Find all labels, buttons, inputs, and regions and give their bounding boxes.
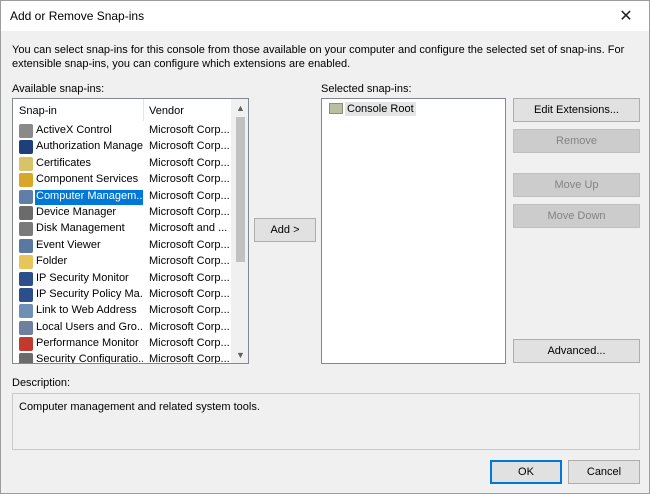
intro-text: You can select snap-ins for this console…: [12, 44, 625, 70]
performance-icon: [19, 337, 33, 352]
console-root-label: Console Root: [345, 102, 416, 116]
list-item[interactable]: Performance Monitor Microsoft Corp...: [13, 336, 232, 352]
folder-icon: [19, 255, 33, 270]
add-button[interactable]: Add >: [254, 218, 316, 242]
snapin-name: Security Configuratio...: [36, 353, 143, 364]
column-header-vendor[interactable]: Vendor: [149, 105, 184, 117]
snapin-name: Component Services: [36, 173, 139, 186]
selected-snapins-label: Selected snap-ins:: [321, 83, 412, 95]
list-item[interactable]: Component Services Microsoft Corp...: [13, 172, 232, 188]
activex-icon: [19, 124, 33, 138]
computer-management-icon: [19, 189, 33, 204]
list-item[interactable]: IP Security Policy Ma... Microsoft Corp..…: [13, 287, 232, 303]
snapin-name: Computer Managem...: [35, 189, 143, 205]
remove-button[interactable]: Remove: [513, 129, 640, 153]
list-item[interactable]: Local Users and Gro... Microsoft Corp...: [13, 320, 232, 336]
certificate-icon: [19, 156, 33, 171]
snapin-name: Device Manager: [36, 205, 117, 218]
list-item[interactable]: Authorization Manager Microsoft Corp...: [13, 139, 232, 155]
move-down-button[interactable]: Move Down: [513, 204, 640, 228]
snapin-vendor: Microsoft Corp...: [149, 140, 230, 153]
snapin-name: Local Users and Gro...: [36, 320, 143, 333]
list-item[interactable]: IP Security Monitor Microsoft Corp...: [13, 271, 232, 287]
snapin-rows: ActiveX Control Microsoft Corp... Authoriz…: [13, 123, 232, 364]
selected-snapins-tree[interactable]: Console Root: [321, 98, 506, 364]
component-icon: [19, 173, 33, 188]
scroll-down-icon[interactable]: ▼: [232, 346, 248, 363]
device-manager-icon: [19, 205, 33, 220]
security-config-icon: [19, 353, 33, 363]
snapin-name: Disk Management: [36, 222, 125, 235]
event-viewer-icon: [19, 238, 33, 253]
move-up-button[interactable]: Move Up: [513, 173, 640, 197]
list-item[interactable]: Device Manager Microsoft Corp...: [13, 205, 232, 221]
advanced-button[interactable]: Advanced...: [513, 339, 640, 363]
snapin-vendor: Microsoft Corp...: [149, 238, 230, 251]
snapin-vendor: Microsoft Corp...: [149, 304, 230, 317]
list-item[interactable]: Link to Web Address Microsoft Corp...: [13, 303, 232, 319]
description-box: Computer management and related system t…: [12, 393, 640, 450]
snapin-vendor: Microsoft Corp...: [149, 337, 230, 350]
available-snapins-list[interactable]: Snap-in Vendor ActiveX Control Microsoft …: [12, 98, 249, 364]
snapin-vendor: Microsoft Corp...: [149, 271, 230, 284]
snapin-name: Performance Monitor: [36, 337, 139, 350]
add-remove-snapins-dialog: Add or Remove Snap-ins ✕ You can select …: [0, 0, 650, 494]
vertical-scrollbar[interactable]: ▲ ▼: [231, 99, 248, 363]
snapin-vendor: Microsoft Corp...: [149, 173, 230, 186]
title-bar: Add or Remove Snap-ins ✕: [1, 1, 649, 31]
cancel-button[interactable]: Cancel: [568, 460, 640, 484]
ip-security-policy-icon: [19, 287, 33, 302]
snapin-name: IP Security Monitor: [36, 271, 129, 284]
scroll-up-icon[interactable]: ▲: [232, 99, 248, 116]
snapin-vendor: Microsoft and ...: [149, 222, 228, 235]
snapin-vendor: Microsoft Corp...: [149, 156, 230, 169]
column-separator[interactable]: [143, 99, 144, 121]
list-item[interactable]: Computer Managem... Microsoft Corp...: [13, 189, 232, 205]
console-root-folder-icon: [329, 103, 343, 114]
list-item[interactable]: Event Viewer Microsoft Corp...: [13, 238, 232, 254]
snapin-vendor: Microsoft Corp...: [149, 189, 230, 202]
close-icon[interactable]: ✕: [603, 1, 649, 31]
list-item[interactable]: Security Configuratio... Microsoft Corp..…: [13, 352, 232, 364]
snapin-vendor: Microsoft Corp...: [149, 205, 230, 218]
snapin-vendor: Microsoft Corp...: [149, 287, 230, 300]
description-text: Computer management and related system t…: [19, 401, 260, 413]
web-link-icon: [19, 304, 33, 319]
disk-icon: [19, 222, 33, 237]
snapin-name: Folder: [36, 255, 68, 268]
snapin-vendor: Microsoft Corp...: [149, 124, 230, 136]
snapin-name: Event Viewer: [36, 238, 101, 251]
window-title: Add or Remove Snap-ins: [10, 9, 145, 23]
ip-security-monitor-icon: [19, 271, 33, 286]
snapin-name: Authorization Manager: [36, 140, 143, 153]
description-label: Description:: [12, 377, 71, 389]
list-item[interactable]: ActiveX Control Microsoft Corp...: [13, 123, 232, 139]
list-item[interactable]: Folder Microsoft Corp...: [13, 254, 232, 270]
snapin-name: ActiveX Control: [36, 124, 112, 136]
users-icon: [19, 320, 33, 335]
snapin-vendor: Microsoft Corp...: [149, 255, 230, 268]
available-snapins-label: Available snap-ins:: [12, 83, 105, 95]
column-header-snapin[interactable]: Snap-in: [19, 105, 57, 117]
list-item[interactable]: Disk Management Microsoft and ...: [13, 221, 232, 237]
scroll-thumb[interactable]: [236, 117, 245, 262]
snapin-vendor: Microsoft Corp...: [149, 353, 230, 364]
authorization-icon: [19, 140, 33, 155]
edit-extensions-button[interactable]: Edit Extensions...: [513, 98, 640, 122]
snapin-vendor: Microsoft Corp...: [149, 320, 230, 333]
list-header: Snap-in Vendor: [13, 99, 232, 121]
snapin-name: Link to Web Address: [36, 304, 137, 317]
snapin-name: Certificates: [36, 156, 92, 169]
list-item[interactable]: Certificates Microsoft Corp...: [13, 156, 232, 172]
ok-button[interactable]: OK: [490, 460, 562, 484]
snapin-name: IP Security Policy Ma...: [36, 287, 143, 300]
